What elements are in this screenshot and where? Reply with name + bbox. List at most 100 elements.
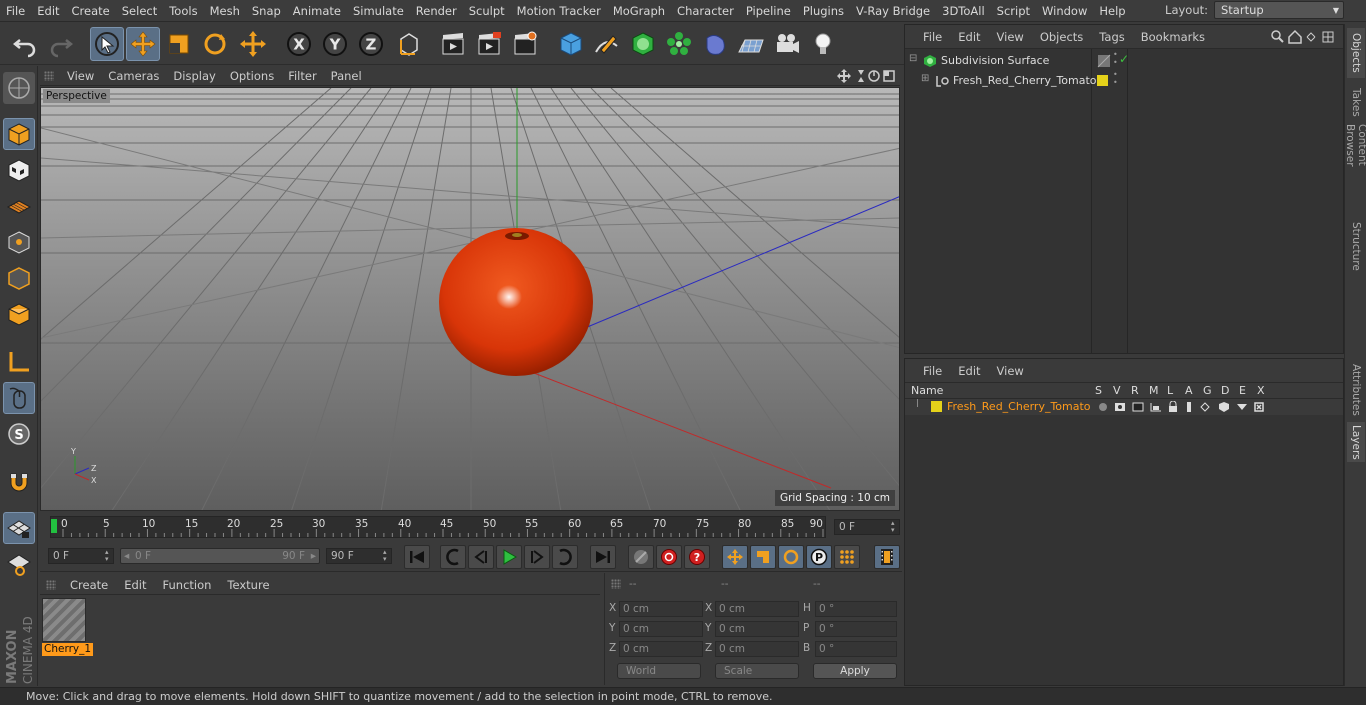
render-view-button[interactable] <box>436 27 470 61</box>
tree-expand-icon[interactable]: ⊞ <box>921 73 929 84</box>
object-menu-file[interactable]: File <box>915 30 950 44</box>
menu-mesh[interactable]: Mesh <box>204 4 246 18</box>
viewport-menu-panel[interactable]: Panel <box>324 69 369 83</box>
previous-keyframe-button[interactable] <box>440 545 466 569</box>
layer-toggle-icons[interactable] <box>1097 401 1267 413</box>
material-label-cherry[interactable]: Cherry_1 <box>42 643 94 656</box>
autokey-button[interactable] <box>656 545 682 569</box>
enabled-check-icon[interactable]: ✓ <box>1119 52 1129 66</box>
menu-help[interactable]: Help <box>1093 4 1131 18</box>
cherry-tomato-object[interactable] <box>439 228 593 376</box>
coordinate-system-button[interactable] <box>392 27 426 61</box>
menu-render[interactable]: Render <box>410 4 463 18</box>
layer-col-expressions[interactable]: E <box>1239 384 1246 397</box>
scale-tool-button[interactable] <box>162 27 196 61</box>
layer-row-color[interactable] <box>931 401 942 412</box>
tomato-object-name[interactable]: Fresh_Red_Cherry_Tomato <box>953 74 1097 87</box>
previous-frame-button[interactable] <box>468 545 494 569</box>
tomato-visibility-dots[interactable]: • • <box>1113 71 1118 87</box>
tab-content-browser[interactable]: Content Browser <box>1344 124 1366 208</box>
layer-color-swatch[interactable] <box>1097 75 1108 86</box>
menu-tools[interactable]: Tools <box>163 4 203 18</box>
layer-row-name[interactable]: Fresh_Red_Cherry_Tomato <box>947 400 1091 413</box>
rot-b-field[interactable]: 0 ° <box>815 641 897 657</box>
menu-animate[interactable]: Animate <box>287 4 347 18</box>
texture-mode-button[interactable] <box>3 154 35 186</box>
layer-menu-file[interactable]: File <box>915 364 950 378</box>
perspective-viewport[interactable]: Perspective Y Z X Grid Spacing : 10 cm <box>40 87 900 511</box>
object-menu-objects[interactable]: Objects <box>1032 30 1091 44</box>
layer-col-render[interactable]: R <box>1131 384 1139 397</box>
live-select-button[interactable] <box>90 27 124 61</box>
layer-col-locked[interactable]: L <box>1167 384 1173 397</box>
coords-grip[interactable] <box>611 579 621 589</box>
workplane-lock-button[interactable] <box>3 512 35 544</box>
light-object-button[interactable] <box>806 27 840 61</box>
layer-col-solo[interactable]: S <box>1095 384 1102 397</box>
object-menu-bookmarks[interactable]: Bookmarks <box>1133 30 1213 44</box>
size-z-field[interactable]: 0 cm <box>715 641 799 657</box>
size-y-field[interactable]: 0 cm <box>715 621 799 637</box>
menu-mograph[interactable]: MoGraph <box>607 4 671 18</box>
material-menu-create[interactable]: Create <box>62 578 116 592</box>
timeline-ruler[interactable]: 0 5 10 15 20 25 30 35 40 45 50 55 60 65 … <box>50 516 826 538</box>
material-menu-edit[interactable]: Edit <box>116 578 154 592</box>
z-axis-lock-button[interactable]: Z <box>354 27 388 61</box>
object-menu-view[interactable]: View <box>989 30 1032 44</box>
menu-plugins[interactable]: Plugins <box>797 4 850 18</box>
menu-motion-tracker[interactable]: Motion Tracker <box>511 4 607 18</box>
range-left-arrow[interactable]: ◂ <box>124 549 129 563</box>
model-mode-button[interactable] <box>3 118 35 150</box>
menu-script[interactable]: Script <box>991 4 1036 18</box>
object-row-tomato[interactable]: ⊞ Fresh_Red_Cherry_Tomato • • <box>905 71 1343 91</box>
menu-3dtoall[interactable]: 3DToAll <box>936 4 991 18</box>
menu-create[interactable]: Create <box>66 4 116 18</box>
current-frame-field[interactable]: 0 F <box>834 519 900 535</box>
apply-button[interactable]: Apply <box>813 663 897 679</box>
deformer-button[interactable] <box>698 27 732 61</box>
cube-object-button[interactable] <box>554 27 588 61</box>
move-tool-button[interactable] <box>126 27 160 61</box>
viewport-nav-icons[interactable] <box>836 68 896 84</box>
visibility-dots[interactable]: • • <box>1113 51 1118 67</box>
object-menu-edit[interactable]: Edit <box>950 30 988 44</box>
material-swatch-cherry[interactable] <box>42 598 86 642</box>
object-menu-tags[interactable]: Tags <box>1091 30 1132 44</box>
layout-dropdown[interactable]: Startup <box>1214 1 1344 19</box>
tab-objects[interactable]: Objects <box>1347 28 1365 78</box>
workplane-align-button[interactable] <box>3 548 35 580</box>
spline-pen-button[interactable] <box>590 27 624 61</box>
layer-menu-edit[interactable]: Edit <box>950 364 988 378</box>
go-to-end-button[interactable] <box>590 545 616 569</box>
tab-layers[interactable]: Layers <box>1347 422 1365 462</box>
record-active-objects-button[interactable] <box>628 545 654 569</box>
start-frame-field[interactable]: 0 F <box>48 548 114 564</box>
undo-button[interactable] <box>8 27 42 61</box>
rot-p-field[interactable]: 0 ° <box>815 621 897 637</box>
end-frame-field[interactable]: 90 F <box>326 548 392 564</box>
viewport-menu-cameras[interactable]: Cameras <box>101 69 166 83</box>
tree-collapse-icon[interactable]: ⊟ <box>909 53 917 64</box>
size-mode-dropdown[interactable]: Scale <box>715 663 799 679</box>
menu-file[interactable]: File <box>0 4 31 18</box>
menu-vray-bridge[interactable]: V-Ray Bridge <box>850 4 936 18</box>
edges-mode-button[interactable] <box>3 262 35 294</box>
layer-row-tomato[interactable]: Fresh_Red_Cherry_Tomato <box>905 399 1343 415</box>
tab-attributes[interactable]: Attributes <box>1347 362 1365 418</box>
layer-col-generators[interactable]: G <box>1203 384 1212 397</box>
material-menu-texture[interactable]: Texture <box>219 578 277 592</box>
range-right-arrow[interactable]: ▸ <box>311 549 316 563</box>
layer-menu-view[interactable]: View <box>989 364 1032 378</box>
x-axis-lock-button[interactable]: X <box>282 27 316 61</box>
go-to-start-button[interactable] <box>404 545 430 569</box>
timeline[interactable]: 0 5 10 15 20 25 30 35 40 45 50 55 60 65 … <box>40 512 902 542</box>
menu-pipeline[interactable]: Pipeline <box>740 4 797 18</box>
next-keyframe-button[interactable] <box>552 545 578 569</box>
play-button[interactable] <box>496 545 522 569</box>
redo-button[interactable] <box>44 27 78 61</box>
transform-tool-button[interactable] <box>236 27 270 61</box>
layer-col-view[interactable]: V <box>1113 384 1121 397</box>
snap-button[interactable] <box>3 466 35 498</box>
render-to-picture-viewer-button[interactable] <box>472 27 506 61</box>
subdivision-surface-button[interactable] <box>626 27 660 61</box>
